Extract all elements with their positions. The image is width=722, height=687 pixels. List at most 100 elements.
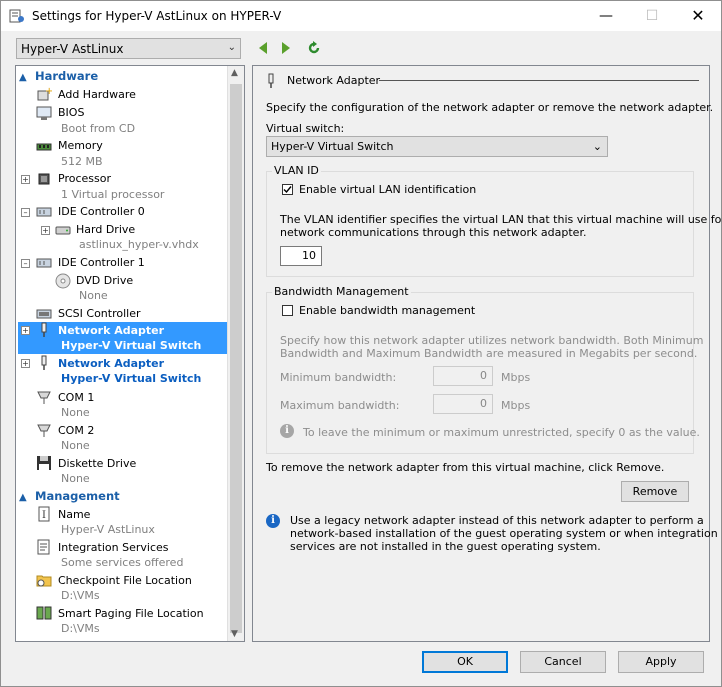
legacy-note-line2: network-based installation of the guest … [290,527,718,540]
tree-item-processor[interactable]: Processor [58,172,111,185]
bandwidth-info-text: To leave the minimum or maximum unrestri… [303,426,700,439]
virtual-switch-value: Hyper-V Virtual Switch [271,140,394,153]
vlan-help-line2: network communications through this netw… [280,226,587,239]
settings-window: Settings for Hyper-V AstLinux on HYPER-V… [0,0,722,687]
tree-item-smart-paging-file-location[interactable]: Smart Paging File Location [58,607,204,620]
settings-tree: ▲Hardware + Add Hardware BIOS Boot from … [15,65,245,642]
minimum-bandwidth-unit: Mbps [501,371,531,384]
com-port-icon [37,424,51,437]
vm-select[interactable]: Hyper-V AstLinux ⌄ [16,38,241,59]
tree-scrollbar[interactable]: ▲ ▼ [227,66,244,641]
tree-item-name-detail: Hyper-V AstLinux [61,523,155,536]
virtual-switch-label: Virtual switch: [266,122,345,135]
tree-item-com1[interactable]: COM 1 [58,391,94,404]
close-button[interactable]: ✕ [675,1,721,31]
maximize-button[interactable]: ☐ [629,1,675,31]
expand-toggle-icon[interactable]: + [21,359,30,368]
scrollbar-thumb[interactable] [230,84,242,633]
tree-item-checkpoint-file-location-detail: D:\VMs [61,589,100,602]
svg-text:I: I [42,510,46,521]
tree-item-bios[interactable]: BIOS [58,106,84,119]
bandwidth-enable-label[interactable]: Enable bandwidth management [299,304,475,317]
tree-item-ide-controller-0[interactable]: IDE Controller 0 [58,205,145,218]
checkmark-icon [283,186,292,194]
scroll-down-icon[interactable]: ▼ [231,629,238,639]
virtual-switch-select[interactable]: Hyper-V Virtual Switch ⌄ [266,136,608,157]
collapse-chevron-icon: ▲ [19,72,27,83]
chevron-down-icon: ⌄ [227,42,236,53]
minimum-bandwidth-input[interactable]: 0 [433,366,493,386]
ide-controller-icon [36,207,52,217]
minimum-bandwidth-label: Minimum bandwidth: [280,371,397,384]
vm-select-value: Hyper-V AstLinux [21,42,124,56]
tree-item-integration-services[interactable]: Integration Services [58,541,169,554]
bandwidth-help-line2: Bandwidth and Maximum Bandwidth are meas… [280,347,698,360]
tree-item-com2-detail: None [61,439,90,452]
bios-icon [36,106,52,120]
tree-item-network-adapter-selected[interactable]: Network Adapter [58,324,164,337]
vlan-id-input[interactable]: 10 [280,246,322,266]
bandwidth-enable-checkbox[interactable] [282,305,293,316]
tree-item-smart-paging-file-location-detail: D:\VMs [61,622,100,635]
tree-item-processor-detail: 1 Virtual processor [61,188,165,201]
refresh-icon[interactable] [307,41,321,55]
collapse-toggle-icon[interactable]: – [21,208,30,217]
tree-item-memory-detail: 512 MB [61,155,103,168]
tree-item-scsi-controller[interactable]: SCSI Controller [58,307,141,320]
expand-toggle-icon[interactable]: + [21,175,30,184]
vlan-enable-label[interactable]: Enable virtual LAN identification [299,183,476,196]
network-adapter-panel: Network Adapter Specify the configuratio… [252,65,722,642]
tree-item-ide-controller-1[interactable]: IDE Controller 1 [58,256,145,269]
title-divider [379,80,699,81]
tree-item-name[interactable]: Name [58,508,90,521]
apply-button[interactable]: Apply [618,651,704,673]
ide-controller-icon [36,258,52,268]
remove-button[interactable]: Remove [621,481,689,502]
expand-toggle-icon[interactable]: + [21,326,30,335]
checkpoint-folder-icon [36,575,52,587]
tree-item-bios-detail: Boot from CD [61,122,136,135]
network-adapter-icon [268,73,274,88]
expand-toggle-icon[interactable]: + [41,226,50,235]
forward-arrow-icon[interactable] [279,41,293,55]
info-icon: i [266,514,280,528]
integration-services-icon [37,539,50,555]
tree-item-network-adapter[interactable]: Network Adapter [58,357,164,370]
collapse-toggle-icon[interactable]: – [21,259,30,268]
name-icon: I [38,506,50,522]
scroll-up-icon[interactable]: ▲ [231,68,238,78]
smart-paging-icon [36,606,52,620]
tree-item-dvd-drive[interactable]: DVD Drive [76,274,133,287]
vlan-group-title: VLAN ID [272,164,321,177]
cancel-button[interactable]: Cancel [520,651,606,673]
panel-description: Specify the configuration of the network… [266,101,714,114]
add-hardware-icon: + [37,86,52,101]
tree-item-diskette-drive[interactable]: Diskette Drive [58,457,136,470]
tree-item-hard-drive-detail: astlinux_hyper-v.vhdx [79,238,199,251]
tree-item-hard-drive[interactable]: Hard Drive [76,223,135,236]
minimize-button[interactable]: — [583,1,629,31]
tree-item-integration-services-detail: Some services offered [61,556,184,569]
network-adapter-icon [41,322,47,337]
ok-button[interactable]: OK [422,651,508,673]
maximum-bandwidth-input[interactable]: 0 [433,394,493,414]
tree-item-com2[interactable]: COM 2 [58,424,94,437]
management-section-header[interactable]: ▲ Management [19,489,120,503]
remove-instructions: To remove the network adapter from this … [266,461,665,474]
scsi-controller-icon [36,309,52,319]
maximum-bandwidth-label: Maximum bandwidth: [280,399,400,412]
legacy-note-line3: services are not installed in the guest … [290,540,601,553]
legacy-note-line1: Use a legacy network adapter instead of … [290,514,704,527]
chevron-down-icon: ⌄ [592,140,602,153]
hardware-section-header[interactable]: ▲ Hardware [19,69,98,83]
tree-item-network-adapter-selected-detail: Hyper-V Virtual Switch [61,339,202,352]
vlan-enable-checkbox[interactable] [282,184,293,195]
back-arrow-icon[interactable] [256,41,270,55]
title-bar: Settings for Hyper-V AstLinux on HYPER-V… [1,1,721,31]
tree-item-checkpoint-file-location[interactable]: Checkpoint File Location [58,574,192,587]
dvd-drive-icon [55,273,71,289]
tree-item-memory[interactable]: Memory [58,139,103,152]
collapse-chevron-icon: ▲ [19,492,27,503]
window-title: Settings for Hyper-V AstLinux on HYPER-V [32,9,282,23]
tree-item-add-hardware[interactable]: Add Hardware [58,88,136,101]
